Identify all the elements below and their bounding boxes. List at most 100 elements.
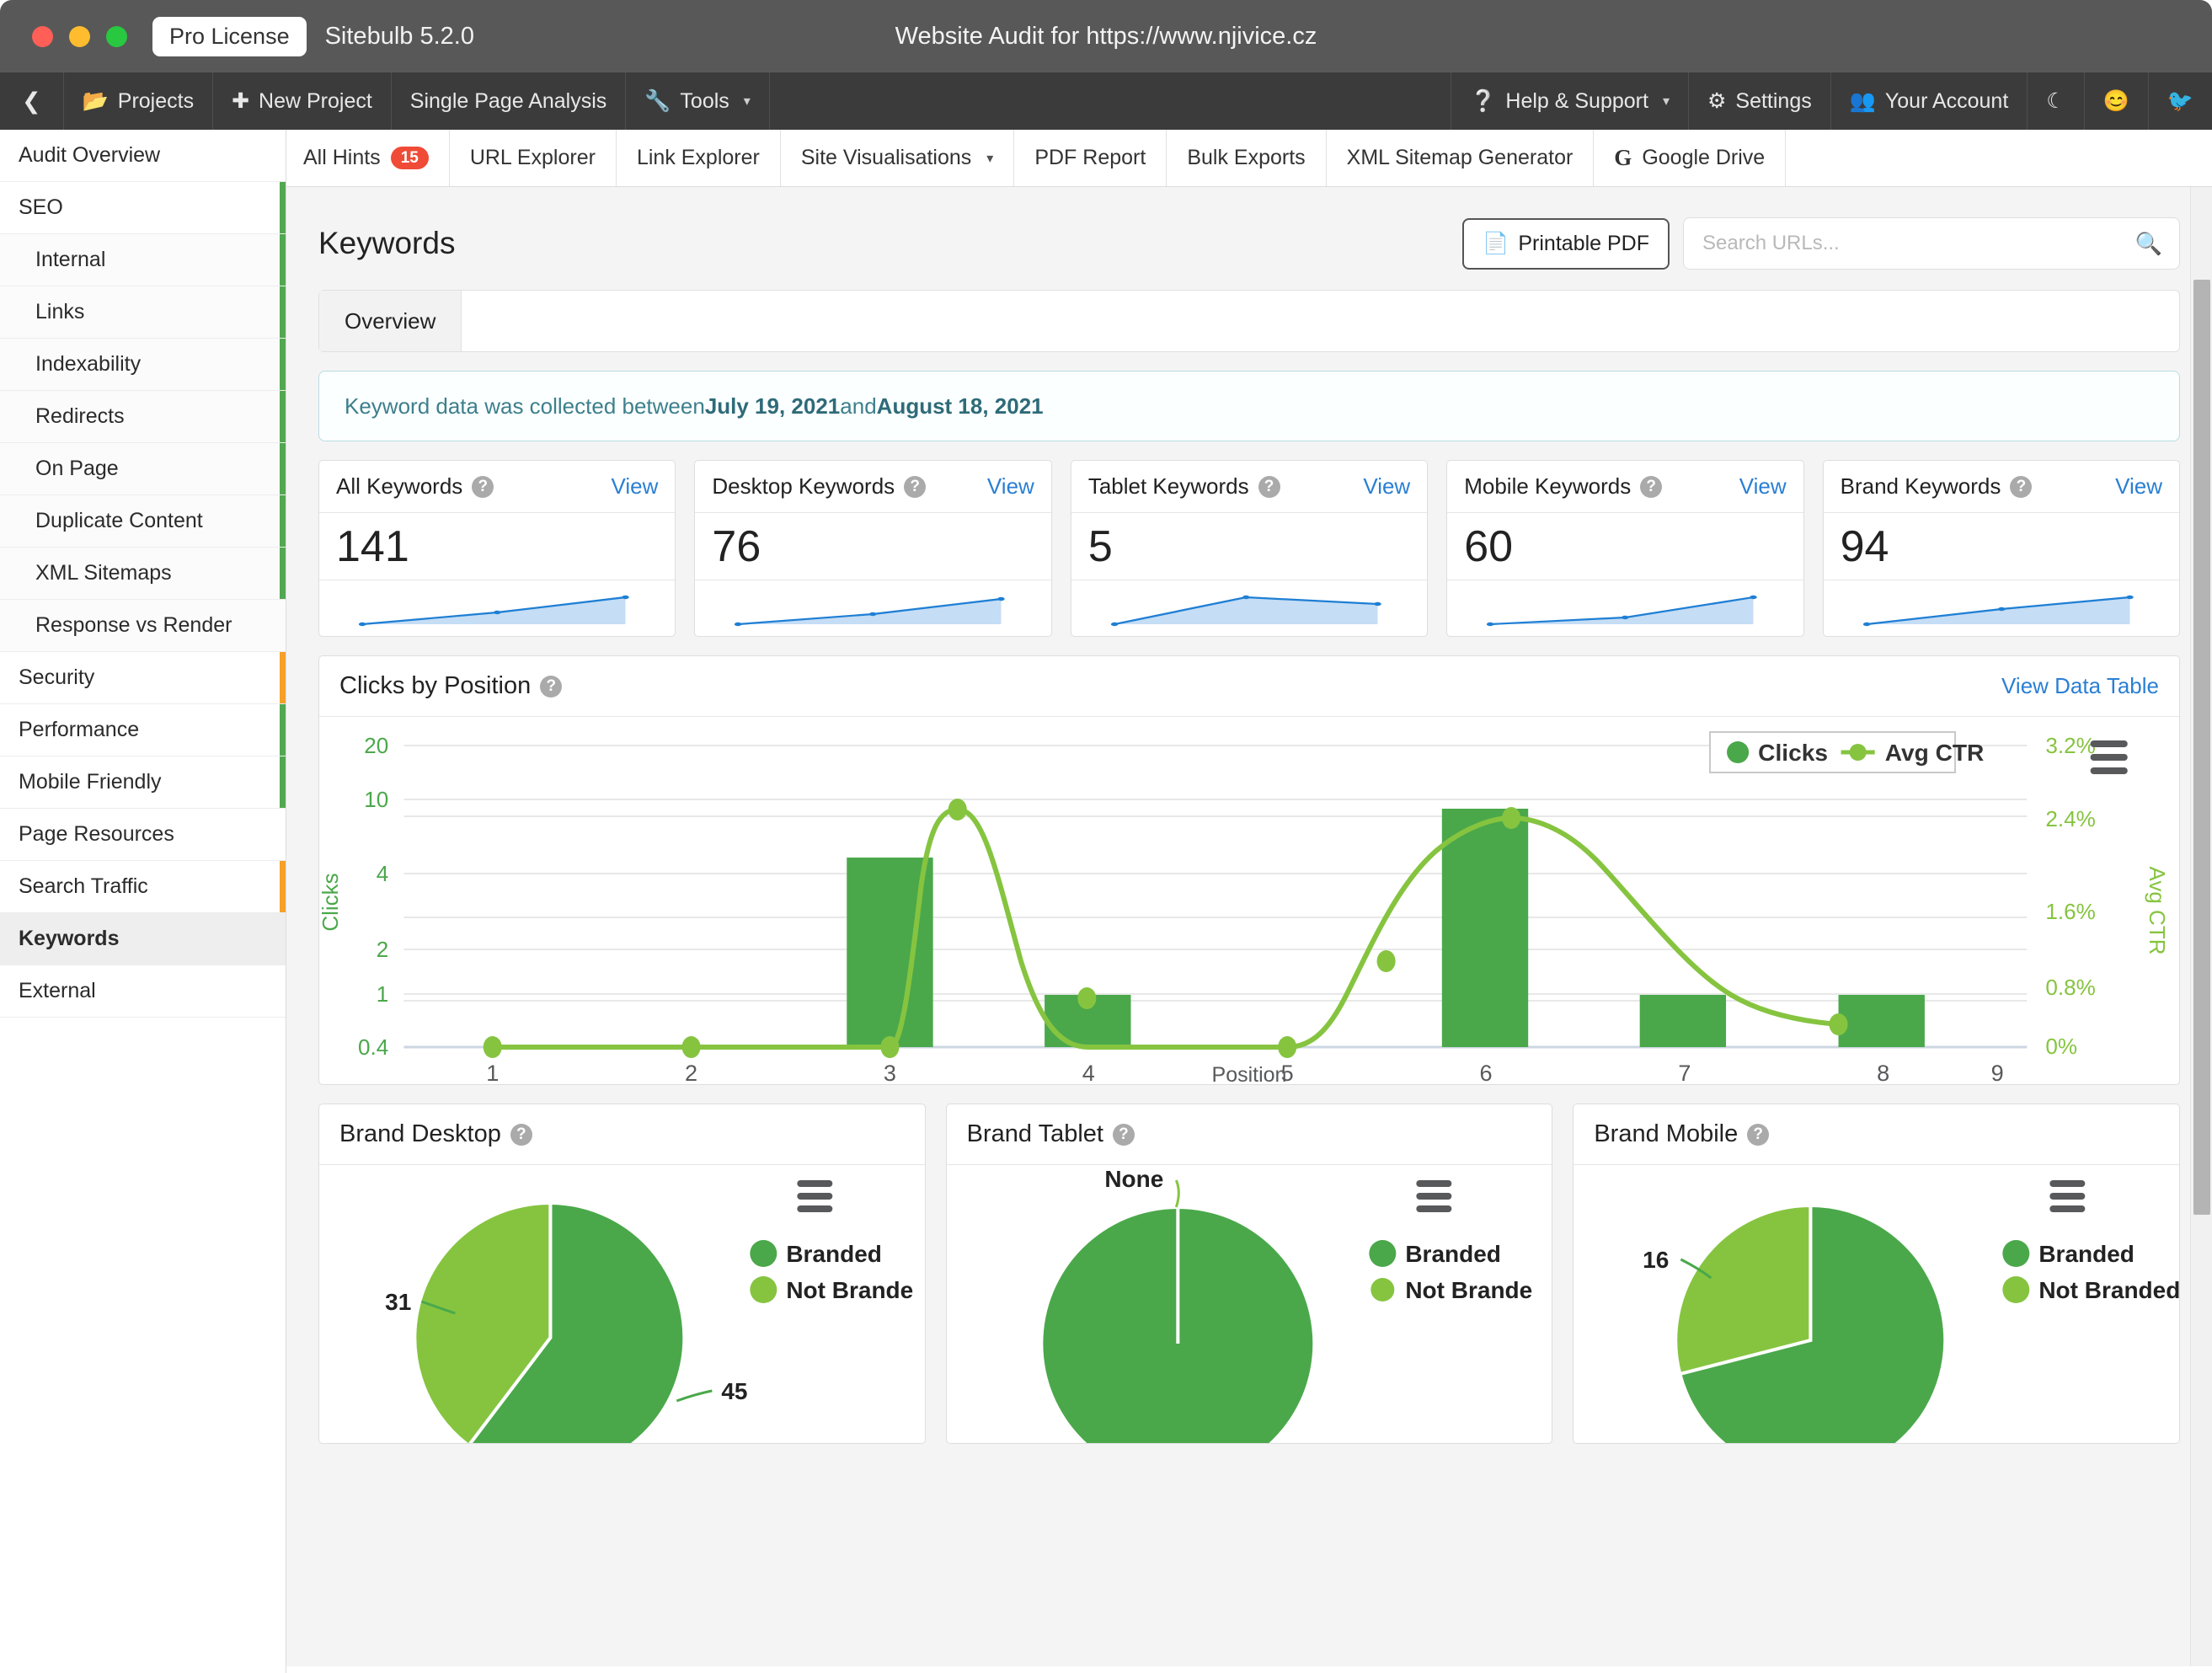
help-icon[interactable]: ? (540, 675, 563, 698)
sidebar-item-search-traffic[interactable]: Search Traffic (0, 861, 286, 913)
menu-item-single-page-analysis[interactable]: Single Page Analysis (392, 72, 627, 130)
vertical-scrollbar[interactable] (2190, 187, 2212, 1673)
menu-item-label: Your Account (1884, 88, 2009, 113)
dark-mode-toggle[interactable]: ☾ (2027, 72, 2083, 130)
view-link[interactable]: View (1363, 473, 1410, 500)
sidebar-item-indexability[interactable]: Indexability (0, 339, 286, 391)
svg-text:Branded: Branded (1405, 1241, 1501, 1267)
sidebar-item-audit-overview[interactable]: Audit Overview (0, 130, 286, 182)
brand-desktop-panel: Brand Desktop ? 31 45 Branded Not Brande (318, 1104, 926, 1444)
report-content: Keywords 📄 Printable PDF 🔍 (286, 187, 2212, 1673)
tab-label: Google Drive (1642, 146, 1766, 169)
pro-license-badge: Pro License (152, 16, 307, 56)
menu-item-tools[interactable]: 🔧 Tools ▾ (626, 72, 770, 130)
printable-pdf-button[interactable]: 📄 Printable PDF (1462, 217, 1670, 270)
sparkline-chart (1071, 580, 1427, 636)
chevron-down-icon: ▾ (986, 151, 994, 166)
stat-card-mobile-keywords: Mobile Keywords ? View 60 (1446, 460, 1804, 637)
menu-item-label: Help & Support (1505, 88, 1648, 113)
svg-text:0.4: 0.4 (358, 1034, 388, 1060)
brand-pie-row: Brand Desktop ? 31 45 Branded Not Brande… (318, 1104, 2181, 1444)
tab-bulk-exports[interactable]: Bulk Exports (1167, 130, 1327, 186)
tab-label: Link Explorer (636, 146, 760, 169)
twitter-link[interactable]: 🐦 (2147, 72, 2212, 130)
close-window-button[interactable] (32, 25, 53, 47)
feedback-button[interactable]: 😊 (2083, 72, 2148, 130)
tab-pdf-report[interactable]: PDF Report (1014, 130, 1167, 186)
sidebar-item-page-resources[interactable]: Page Resources (0, 809, 286, 861)
brand-tablet-chart: None Branded Not Brande (947, 1165, 1552, 1443)
help-icon[interactable]: ? (510, 1123, 532, 1146)
tab-overview[interactable]: Overview (319, 291, 462, 351)
tab-site-visualisations[interactable]: Site Visualisations ▾ (781, 130, 1015, 186)
help-icon[interactable]: ? (2010, 475, 2033, 498)
view-link[interactable]: View (612, 473, 659, 500)
panel-header: Brand Tablet ? (946, 1104, 1552, 1165)
view-link[interactable]: View (2115, 473, 2162, 500)
sub-tab-bar: Overview (318, 290, 2180, 352)
status-edge (280, 495, 286, 547)
svg-text:0%: 0% (2045, 1034, 2077, 1059)
help-icon[interactable]: ? (904, 475, 927, 498)
stat-card-value: 141 (319, 513, 676, 580)
tab-xml-sitemap-generator[interactable]: XML Sitemap Generator (1327, 130, 1595, 186)
tab-label: Site Visualisations (800, 146, 972, 169)
users-icon: 👥 (1849, 88, 1876, 113)
gears-icon: ⚙ (1707, 89, 1727, 113)
tab-link-explorer[interactable]: Link Explorer (617, 130, 781, 186)
tab-all-hints[interactable]: All Hints 15 (286, 130, 450, 186)
maximize-window-button[interactable] (106, 25, 127, 47)
search-urls-field[interactable]: 🔍 (1683, 217, 2180, 270)
view-data-table-link[interactable]: View Data Table (2001, 673, 2159, 699)
sidebar-item-xml-sitemaps[interactable]: XML Sitemaps (0, 548, 286, 600)
sidebar-item-label: Security (19, 665, 95, 689)
sidebar-item-keywords[interactable]: Keywords (0, 913, 286, 965)
sidebar-item-duplicate-content[interactable]: Duplicate Content (0, 495, 286, 548)
sidebar-item-internal[interactable]: Internal (0, 234, 286, 286)
sidebar-item-mobile-friendly[interactable]: Mobile Friendly (0, 756, 286, 809)
stat-card-header: Tablet Keywords ? View (1071, 461, 1428, 513)
sidebar-item-security[interactable]: Security (0, 652, 286, 704)
sidebar-item-performance[interactable]: Performance (0, 704, 286, 756)
search-input[interactable] (1684, 218, 2179, 269)
sidebar-item-on-page[interactable]: On Page (0, 443, 286, 495)
panel-header: Brand Mobile ? (1574, 1104, 2180, 1165)
menu-item-projects[interactable]: 📂 Projects (64, 72, 214, 130)
tab-google-drive[interactable]: G Google Drive (1594, 130, 1787, 186)
view-link[interactable]: View (987, 473, 1034, 500)
view-link[interactable]: View (1739, 473, 1787, 500)
file-pdf-icon: 📄 (1483, 231, 1509, 255)
menu-item-new-project[interactable]: ✚ New Project (213, 72, 392, 130)
sidebar-item-response-vs-render[interactable]: Response vs Render (0, 600, 286, 652)
wrench-icon: 🔧 (644, 88, 671, 113)
sidebar-item-redirects[interactable]: Redirects (0, 391, 286, 443)
app-body: Audit Overview SEO Internal Links Indexa… (0, 130, 2212, 1673)
menu-item-help-support[interactable]: ❔ Help & Support ▾ (1451, 72, 1688, 130)
minimize-window-button[interactable] (69, 25, 90, 47)
help-icon[interactable]: ? (1747, 1123, 1770, 1146)
date-range-banner: Keyword data was collected between July … (318, 371, 2180, 441)
sidebar-item-links[interactable]: Links (0, 286, 286, 339)
help-icon[interactable]: ? (1258, 475, 1280, 498)
sidebar-item-external[interactable]: External (0, 965, 286, 1018)
svg-text:Avg CTR: Avg CTR (1885, 740, 1985, 766)
svg-text:Clicks: Clicks (319, 873, 343, 931)
menu-item-label: Settings (1735, 88, 1812, 113)
status-edge (280, 652, 286, 703)
chevron-down-icon: ▾ (743, 94, 751, 109)
chart-legend: Clicks Avg CTR (1708, 731, 1985, 773)
menu-item-label: Tools (680, 88, 729, 113)
menu-left-group: ❮ 📂 Projects ✚ New Project Single Page A… (0, 72, 770, 130)
help-icon[interactable]: ? (1640, 475, 1663, 498)
help-icon[interactable]: ? (472, 475, 494, 498)
help-icon[interactable]: ? (1112, 1123, 1135, 1146)
folder-icon: 📂 (82, 88, 109, 113)
banner-end-date: August 18, 2021 (876, 393, 1044, 419)
menu-item-settings[interactable]: ⚙ Settings (1687, 72, 1830, 130)
back-button[interactable]: ❮ (0, 72, 64, 130)
tab-url-explorer[interactable]: URL Explorer (450, 130, 617, 186)
sidebar-item-seo[interactable]: SEO (0, 182, 286, 234)
menu-item-your-account[interactable]: 👥 Your Account (1830, 72, 2028, 130)
scrollbar-thumb[interactable] (2193, 280, 2210, 1215)
sidebar-item-label: On Page (35, 457, 119, 480)
